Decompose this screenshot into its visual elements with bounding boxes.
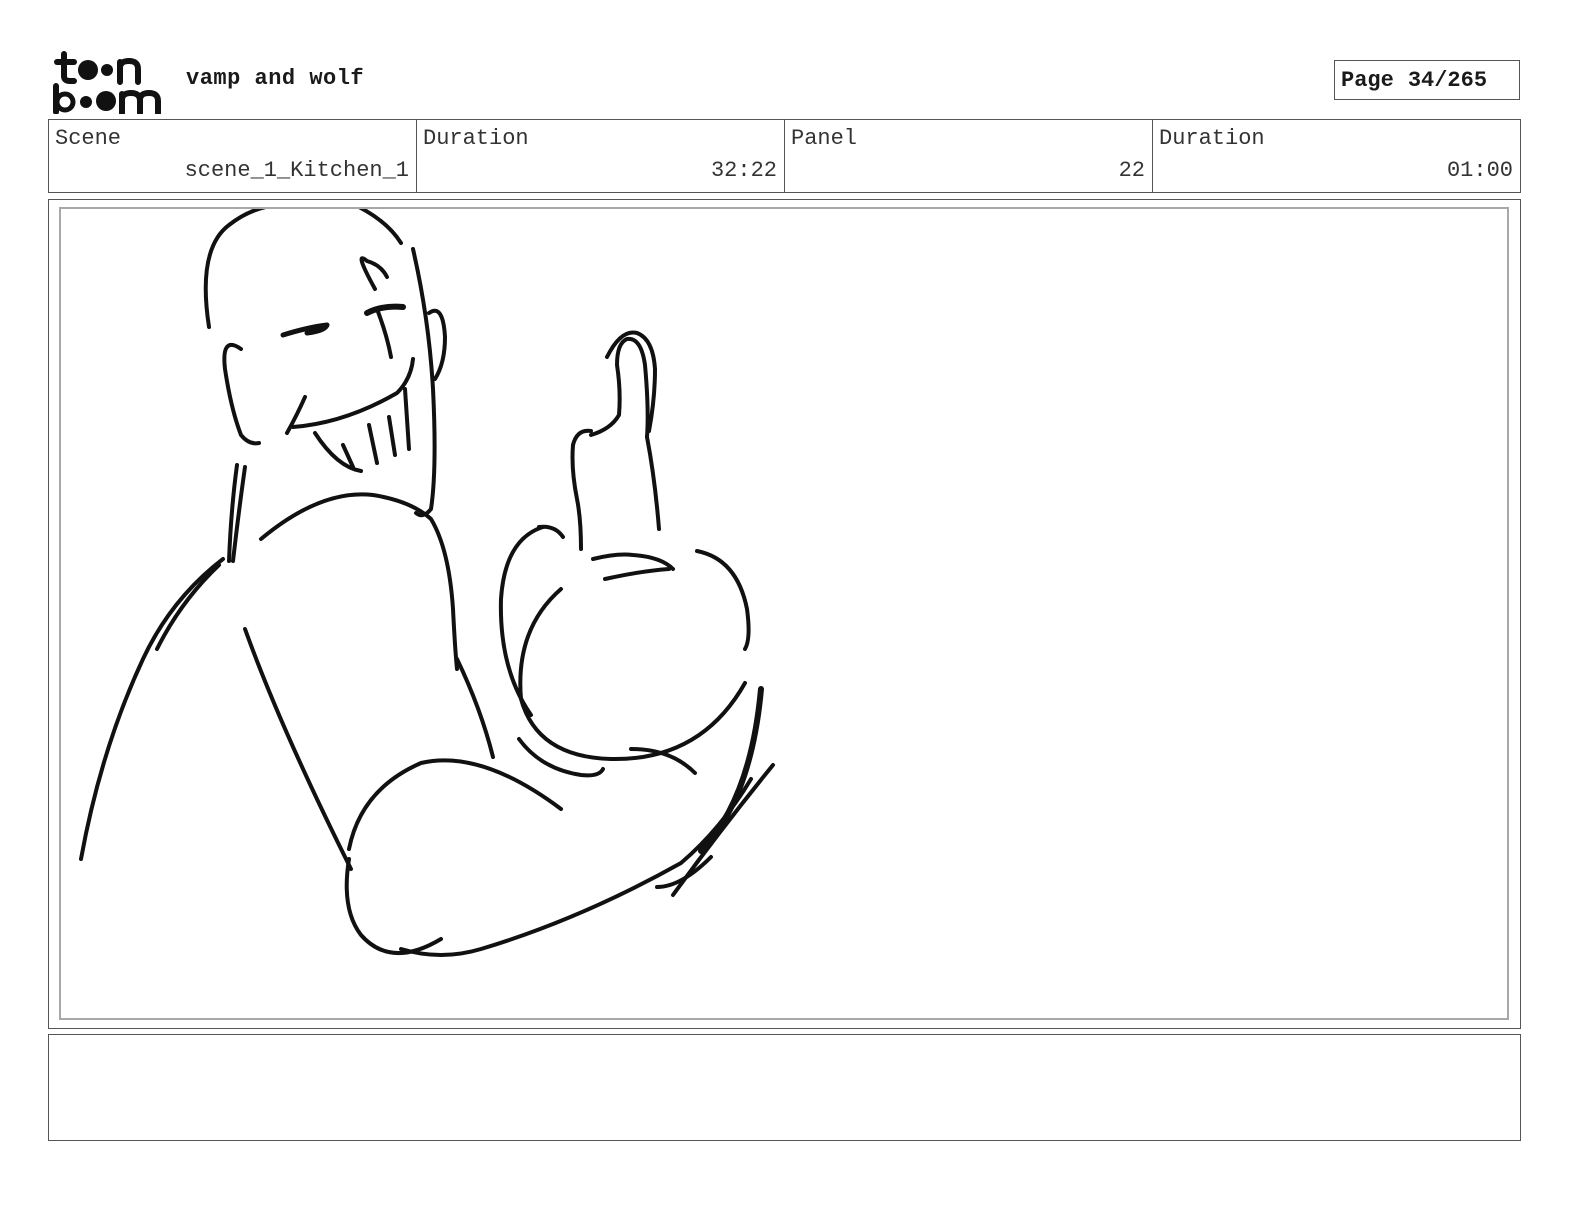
panel-label: Panel (791, 126, 858, 151)
panel-frame (48, 199, 1521, 1029)
sketch-figure-holding-bottle-icon (79, 209, 775, 957)
panel-duration-cell: Duration 01:00 (1152, 120, 1520, 192)
scene-duration-cell: Duration 32:22 (416, 120, 784, 192)
scene-duration-label: Duration (423, 126, 529, 151)
page-indicator: Page 34/265 (1334, 60, 1520, 100)
scene-label: Scene (55, 126, 122, 151)
panel-duration-value: 01:00 (1446, 158, 1513, 183)
panel-duration-label: Duration (1159, 126, 1265, 151)
panel-value: 22 (1118, 158, 1145, 183)
scene-value: scene_1_Kitchen_1 (184, 158, 409, 183)
page-number: 34/265 (1407, 67, 1488, 93)
scene-duration-value: 32:22 (710, 158, 777, 183)
panel-info-row: Scene scene_1_Kitchen_1 Duration 32:22 P… (48, 119, 1521, 193)
panel-image-area (59, 207, 1509, 1020)
notes-box (48, 1034, 1521, 1141)
toon-boom-logo-icon (53, 51, 161, 116)
scene-cell: Scene scene_1_Kitchen_1 (49, 120, 416, 192)
toon-boom-logo (50, 50, 166, 116)
project-title: vamp and wolf (186, 66, 365, 91)
panel-cell: Panel 22 (784, 120, 1152, 192)
page-label: Page (1341, 67, 1394, 93)
